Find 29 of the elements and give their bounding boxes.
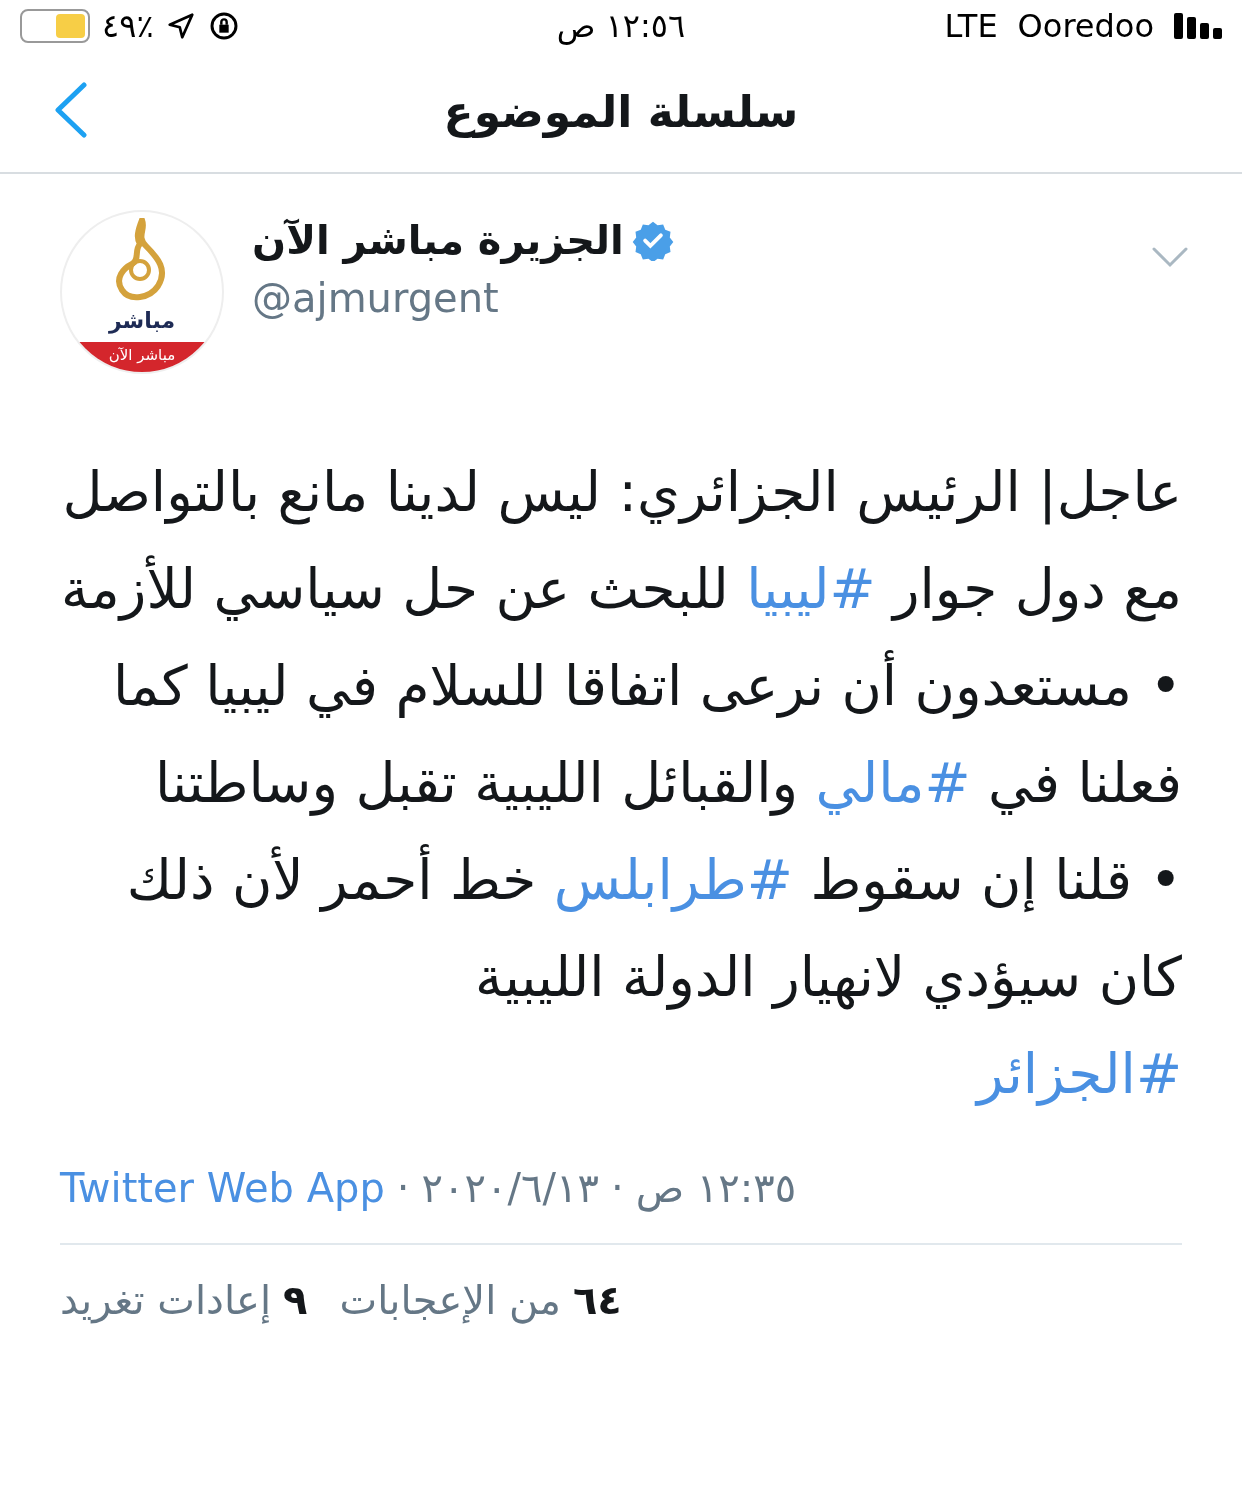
stat-count: ٩ bbox=[283, 1276, 308, 1325]
tweet-paragraph: • مستعدون أن نرعى اتفاقا للسلام في ليبيا كما فعلنا في #مالي والقبائل الليبية تقبل وساطتنا bbox=[60, 638, 1182, 832]
tweet-date: ٢٠٢٠/٦/١٣ bbox=[421, 1164, 599, 1213]
location-arrow-icon bbox=[165, 11, 196, 41]
stat-count: ٦٤ bbox=[572, 1276, 622, 1325]
battery-percent: ٪٤٩ bbox=[102, 6, 154, 47]
stat-label[interactable]: من الإعجابات bbox=[339, 1270, 561, 1330]
avatar-label: مباشر bbox=[108, 310, 176, 332]
hashtag-link[interactable]: #مالي bbox=[815, 751, 971, 815]
network-type: LTE bbox=[944, 6, 998, 47]
author-handle[interactable]: @ajmurgent bbox=[252, 270, 674, 326]
tweet-time: ١٢:٣٥ ص bbox=[635, 1164, 797, 1214]
hashtag-link[interactable]: #الجزائر bbox=[977, 1042, 1182, 1106]
carrier-name: Ooredoo bbox=[1017, 6, 1154, 47]
separator-dot: · bbox=[396, 1164, 410, 1213]
chevron-down-icon[interactable] bbox=[1152, 246, 1188, 268]
signal-icon bbox=[1174, 13, 1222, 39]
battery-icon bbox=[20, 9, 90, 43]
tweet-paragraph: • قلنا إن سقوط #طرابلس خط أحمر لأن ذلك كان سيؤدي لانهيار الدولة الليبية bbox=[60, 832, 1182, 1026]
stat-label[interactable]: إعادات تغريد bbox=[60, 1270, 272, 1330]
status-time: ١٢:٥٦ ص bbox=[556, 6, 686, 47]
screen-title: سلسلة الموضوع bbox=[443, 85, 799, 140]
source-link[interactable]: Twitter Web App bbox=[60, 1158, 385, 1218]
hashtag-link[interactable]: #ليبيا bbox=[746, 557, 876, 621]
hashtag-link[interactable]: #طرابلس bbox=[553, 848, 793, 912]
author-name[interactable]: الجزيرة مباشر الآن bbox=[252, 210, 624, 270]
tweet-paragraph: عاجل| الرئيس الجزائري: ليس لدينا مانع بالتواصل مع دول جوار #ليبيا للبحث عن حل سياسي للأزمة bbox=[60, 459, 1182, 624]
back-chevron-icon[interactable] bbox=[52, 82, 88, 138]
separator-dot: · bbox=[610, 1164, 624, 1213]
